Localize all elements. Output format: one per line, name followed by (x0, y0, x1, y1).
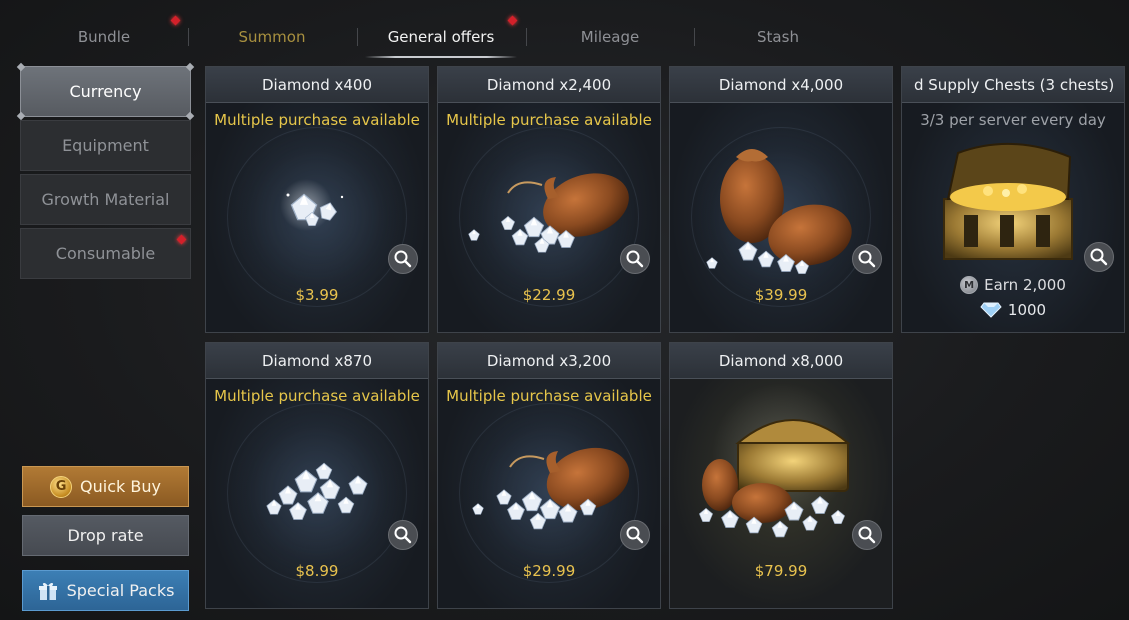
tab-stash-label: Stash (757, 28, 799, 46)
quick-buy-label: Quick Buy (80, 477, 161, 496)
tab-bundle-label: Bundle (77, 28, 131, 46)
diamond-pouch-image (468, 173, 629, 253)
category-growth-material-label: Growth Material (41, 190, 170, 209)
product-card-diamond-400[interactable]: Diamond x400 Multiple purchase available… (205, 66, 429, 333)
zoom-magnifier-icon[interactable] (388, 520, 418, 550)
tab-stash[interactable]: Stash (694, 14, 862, 60)
diamond-cost-text: 1000 (1007, 301, 1047, 319)
category-equipment-label: Equipment (62, 136, 149, 155)
product-title: Diamond x2,400 (438, 67, 660, 103)
product-title: Diamond x3,200 (438, 343, 660, 379)
product-card-supply-chests[interactable]: d Supply Chests (3 chests) 3/3 per serve… (901, 66, 1125, 333)
mileage-earn-text: Earn 2,000 (984, 276, 1066, 294)
mileage-coin-icon: M (960, 276, 979, 294)
gold-coin-icon: G (50, 475, 73, 498)
product-card-diamond-2400[interactable]: Diamond x2,400 Multiple purchase availab… (437, 66, 661, 333)
product-title: Diamond x8,000 (670, 343, 892, 379)
quick-buy-button[interactable]: G Quick Buy (22, 466, 189, 507)
special-packs-label: Special Packs (66, 581, 175, 600)
diamond-pile-image (266, 462, 368, 521)
category-currency[interactable]: Currency (16, 62, 195, 121)
corner-ornament (185, 62, 195, 72)
product-title: d Supply Chests (3 chests) (902, 67, 1124, 103)
top-tab-bar: Bundle Summon General offers Mileage Sta… (20, 14, 862, 60)
product-card-diamond-8000[interactable]: Diamond x8,000 $79.99 (669, 342, 893, 609)
special-packs-button[interactable]: Special Packs (22, 570, 189, 611)
drop-rate-label: Drop rate (67, 526, 144, 545)
product-price: $22.99 (522, 286, 576, 304)
mileage-coin-letter: M (964, 279, 975, 291)
zoom-magnifier-icon[interactable] (620, 244, 650, 274)
zoom-magnifier-icon[interactable] (620, 520, 650, 550)
product-price: $8.99 (295, 562, 339, 580)
zoom-magnifier-icon[interactable] (1084, 242, 1114, 272)
category-growth-material[interactable]: Growth Material (20, 174, 191, 225)
product-card-diamond-870[interactable]: Diamond x870 Multiple purchase available… (205, 342, 429, 609)
diamond-icon (980, 302, 1002, 318)
tab-general-offers[interactable]: General offers (357, 14, 525, 60)
product-card-diamond-3200[interactable]: Diamond x3,200 Multiple purchase availab… (437, 342, 661, 609)
zoom-magnifier-icon[interactable] (388, 244, 418, 274)
tab-summon-label: Summon (238, 28, 306, 46)
category-currency-label: Currency (69, 82, 142, 101)
category-consumable-label: Consumable (55, 244, 156, 263)
category-consumable-alert-icon (176, 234, 187, 245)
corner-ornament (185, 111, 195, 121)
product-title: Diamond x400 (206, 67, 428, 103)
category-equipment[interactable]: Equipment (20, 120, 191, 171)
tab-mileage-label: Mileage (580, 28, 640, 46)
zoom-magnifier-icon[interactable] (852, 244, 882, 274)
zoom-magnifier-icon[interactable] (852, 520, 882, 550)
diamond-pouch-image (472, 447, 630, 530)
diamond-cost-row: 1000 (902, 301, 1124, 319)
product-price: $39.99 (754, 286, 808, 304)
two-pouches-image (706, 149, 852, 275)
tab-general-offers-label: General offers (387, 28, 495, 46)
corner-ornament (16, 62, 26, 72)
product-title: Diamond x4,000 (670, 67, 892, 103)
product-price: $29.99 (522, 562, 576, 580)
product-price: $3.99 (295, 286, 339, 304)
product-card-diamond-4000[interactable]: Diamond x4,000 $39.99 (669, 66, 893, 333)
tab-bundle[interactable]: Bundle (20, 14, 188, 60)
product-title: Diamond x870 (206, 343, 428, 379)
category-consumable[interactable]: Consumable (20, 228, 191, 279)
corner-ornament (16, 111, 26, 121)
mileage-earn-row: M Earn 2,000 (902, 276, 1124, 294)
gold-coin-letter: G (55, 479, 67, 494)
tab-summon[interactable]: Summon (188, 14, 356, 60)
product-price: $79.99 (754, 562, 808, 580)
small-diamonds-image (280, 179, 344, 231)
gift-icon (37, 580, 59, 602)
drop-rate-button[interactable]: Drop rate (22, 515, 189, 556)
tab-mileage[interactable]: Mileage (526, 14, 694, 60)
